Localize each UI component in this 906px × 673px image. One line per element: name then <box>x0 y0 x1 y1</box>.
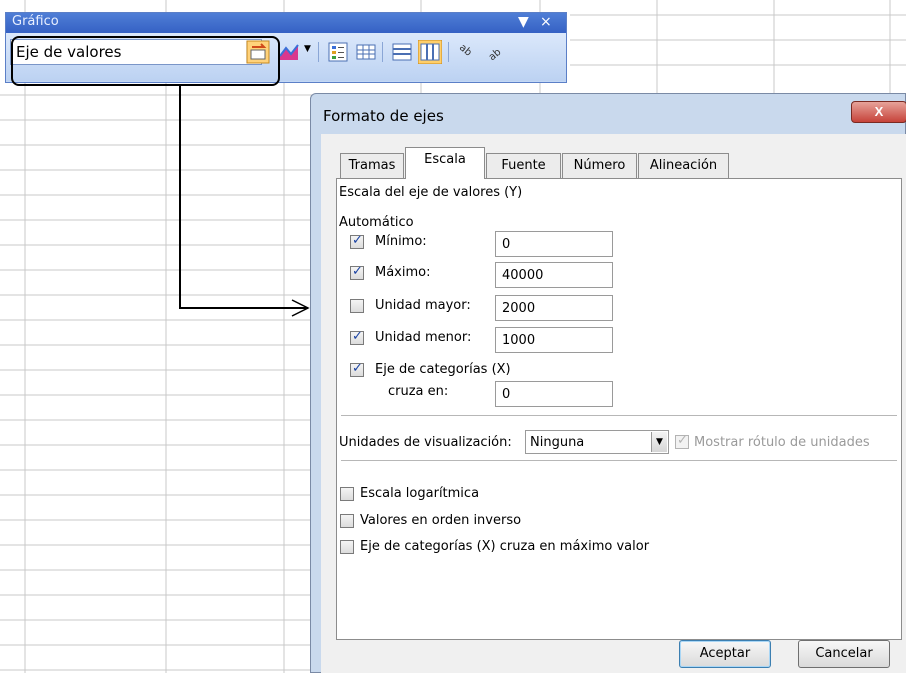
by-row-icon[interactable] <box>390 40 414 64</box>
category-cross-label: Eje de categorías (X) <box>375 362 511 377</box>
minor-unit-input[interactable]: 1000 <box>495 327 613 353</box>
automatic-label: Automático <box>339 215 414 230</box>
toolbar-separator <box>318 42 319 62</box>
divider <box>341 460 897 461</box>
angle-text-downward-icon[interactable]: ab <box>456 40 480 64</box>
major-unit-label: Unidad mayor: <box>375 298 471 313</box>
cross-at-max-label: Eje de categorías (X) cruza en máximo va… <box>360 539 650 554</box>
tab-numero[interactable]: Número <box>562 153 637 178</box>
svg-text:ab: ab <box>457 42 474 58</box>
angle-text-upward-icon[interactable]: ab <box>484 40 508 64</box>
cross-at-label: cruza en: <box>388 384 449 399</box>
toolbar-title: Gráfico <box>12 14 59 29</box>
reverse-order-label: Valores en orden inverso <box>360 513 522 528</box>
toolbar-options-icon[interactable]: ▼ <box>518 14 529 30</box>
display-units-value: Ninguna <box>530 435 585 450</box>
svg-text:ab: ab <box>487 47 504 63</box>
category-cross-input[interactable]: 0 <box>495 381 613 407</box>
toolbar-separator <box>448 42 449 62</box>
cross-at-max-checkbox[interactable] <box>340 540 354 554</box>
maximum-checkbox[interactable] <box>350 264 364 280</box>
data-table-icon[interactable] <box>354 40 378 64</box>
major-unit-input[interactable]: 2000 <box>495 295 613 321</box>
display-units-select[interactable]: Ninguna ▼ <box>525 430 669 454</box>
section-title: Escala del eje de valores (Y) <box>339 185 523 200</box>
dialog-title: Formato de ejes <box>323 107 444 125</box>
toolbar-separator <box>382 42 383 62</box>
format-axis-dialog: Formato de ejes X Tramas Escala Fuente N… <box>310 93 906 673</box>
escala-tab-panel: Escala del eje de valores (Y) Automático… <box>336 178 902 640</box>
maximum-label: Máximo: <box>375 265 431 280</box>
by-column-icon[interactable] <box>418 40 442 64</box>
log-scale-checkbox[interactable] <box>340 487 354 501</box>
reverse-order-checkbox[interactable] <box>340 514 354 528</box>
callout-connector-line <box>179 86 308 309</box>
highlight-callout <box>11 36 280 86</box>
toolbar-title-bar[interactable]: Gráfico ▼ × <box>6 13 566 33</box>
legend-icon[interactable] <box>326 40 350 64</box>
tab-tramas[interactable]: Tramas <box>340 153 404 178</box>
log-scale-label: Escala logarítmica <box>360 486 480 501</box>
divider <box>341 415 897 416</box>
chevron-down-icon[interactable]: ▼ <box>651 432 667 452</box>
minor-unit-label: Unidad menor: <box>375 330 472 345</box>
show-units-label-text: Mostrar rótulo de unidades <box>694 435 870 450</box>
cancel-button[interactable]: Cancelar <box>798 640 890 668</box>
ok-button[interactable]: Aceptar <box>679 640 771 668</box>
minor-unit-checkbox[interactable] <box>350 329 364 345</box>
tab-fuente[interactable]: Fuente <box>486 153 561 178</box>
category-cross-checkbox[interactable] <box>350 361 364 377</box>
minimum-checkbox[interactable] <box>350 233 364 249</box>
minimum-input[interactable]: 0 <box>495 231 613 257</box>
close-button[interactable]: X <box>851 101 906 123</box>
major-unit-checkbox[interactable] <box>350 299 364 313</box>
chevron-down-icon[interactable]: ▼ <box>304 44 311 54</box>
toolbar-close-icon[interactable]: × <box>540 14 552 30</box>
show-units-label-checkbox[interactable] <box>675 433 689 449</box>
maximum-input[interactable]: 40000 <box>495 262 613 288</box>
chart-type-icon[interactable] <box>278 40 302 64</box>
tab-escala[interactable]: Escala <box>405 147 485 179</box>
dialog-body: Tramas Escala Fuente Número Alineación E… <box>321 134 906 673</box>
tab-alineacion[interactable]: Alineación <box>638 153 729 178</box>
display-units-label: Unidades de visualización: <box>339 435 512 450</box>
minimum-label: Mínimo: <box>375 234 427 249</box>
